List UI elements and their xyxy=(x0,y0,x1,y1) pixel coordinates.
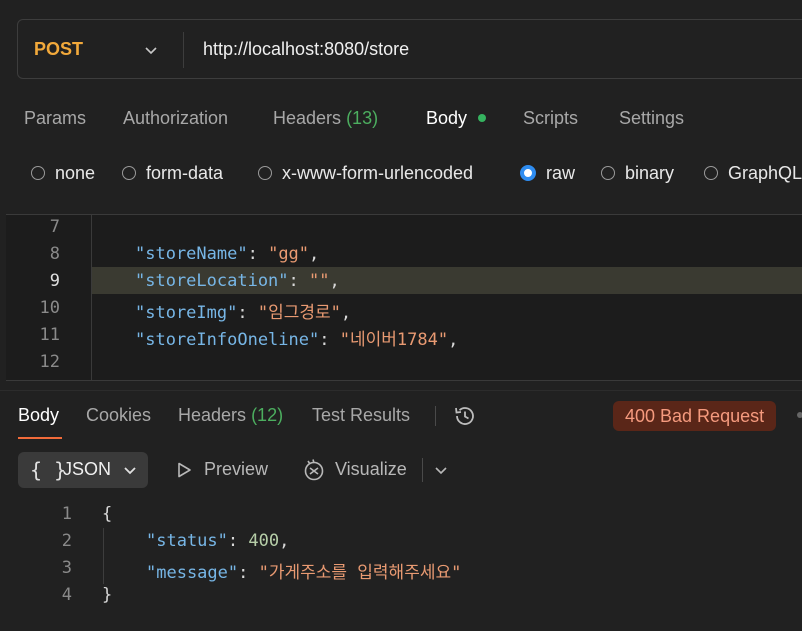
response-tab-test-results[interactable]: Test Results xyxy=(312,405,410,426)
json-string: "네이버1784" xyxy=(339,330,449,350)
history-icon[interactable] xyxy=(452,403,478,429)
code-line: "storeImg": "임그경로", xyxy=(135,303,352,323)
chevron-down-icon[interactable] xyxy=(143,42,159,58)
visualize-button[interactable]: Visualize xyxy=(335,459,407,480)
chevron-down-icon xyxy=(124,467,136,475)
radio-label: binary xyxy=(625,162,675,183)
radio-circle[interactable] xyxy=(704,166,718,180)
tab-params[interactable]: Params xyxy=(24,108,86,129)
toolbar-divider xyxy=(435,406,436,426)
line-number: 2 xyxy=(61,531,72,551)
json-string: "가게주소를 입력해주세요" xyxy=(258,563,462,583)
body-modified-dot xyxy=(478,114,486,122)
line-number: 8 xyxy=(49,244,60,264)
radio-label: raw xyxy=(546,162,576,183)
radio-label: x-www-form-urlencoded xyxy=(282,162,474,183)
radio-label: form-data xyxy=(146,162,224,183)
response-tab-headers[interactable]: Headers (12) xyxy=(178,405,283,426)
tab-authorization[interactable]: Authorization xyxy=(123,108,228,129)
response-tab-headers-label: Headers xyxy=(178,405,247,425)
radio-circle[interactable] xyxy=(258,166,272,180)
play-icon[interactable] xyxy=(175,461,193,479)
tab-scripts[interactable]: Scripts xyxy=(523,108,578,129)
radio-label: GraphQL xyxy=(728,162,802,183)
radio-circle-checked[interactable] xyxy=(520,165,536,181)
response-tab-cookies[interactable]: Cookies xyxy=(86,405,151,426)
radio-label: none xyxy=(55,162,96,183)
radio-circle[interactable] xyxy=(601,166,615,180)
json-key: "status" xyxy=(146,531,228,551)
section-divider xyxy=(0,390,802,391)
line-number: 10 xyxy=(39,298,60,318)
chevron-down-icon[interactable] xyxy=(433,462,449,478)
code-line: "message": "가게주소를 입력해주세요" xyxy=(146,563,462,583)
tab-body[interactable]: Body xyxy=(426,108,467,129)
radio-raw[interactable]: raw xyxy=(520,162,575,184)
json-key: "message" xyxy=(146,563,239,583)
radio-binary[interactable]: binary xyxy=(601,162,674,184)
line-number: 11 xyxy=(39,325,60,345)
response-tab-headers-count: (12) xyxy=(251,405,284,425)
format-label: JSON xyxy=(63,459,112,479)
json-string: "임그경로" xyxy=(257,303,341,323)
json-key: "storeImg" xyxy=(135,303,238,323)
json-open-brace: { xyxy=(102,504,113,524)
request-body-editor[interactable] xyxy=(6,214,802,381)
radio-none[interactable]: none xyxy=(31,162,95,184)
line-number: 1 xyxy=(61,504,72,524)
toolbar-divider xyxy=(422,458,423,482)
response-tab-body[interactable]: Body xyxy=(18,405,59,426)
tab-headers-count: (13) xyxy=(346,108,379,128)
json-key: "storeName" xyxy=(135,244,248,264)
more-indicator xyxy=(797,412,802,418)
tab-headers-label: Headers xyxy=(273,108,342,128)
method-select[interactable]: POST xyxy=(34,39,83,60)
indent-guide xyxy=(103,528,104,584)
editor-gutter-divider xyxy=(91,215,92,381)
braces-icon: { } xyxy=(30,458,67,482)
radio-graphql[interactable]: GraphQL xyxy=(704,162,802,184)
code-line: "status": 400, xyxy=(146,531,290,551)
json-close-brace: } xyxy=(102,585,113,605)
code-line: "storeName": "gg", xyxy=(135,244,320,264)
line-number: 9 xyxy=(49,271,60,291)
radio-form-data[interactable]: form-data xyxy=(122,162,223,184)
code-line: "storeLocation": "", xyxy=(135,271,340,291)
url-divider xyxy=(183,32,184,68)
json-number: 400 xyxy=(248,531,280,551)
line-number: 4 xyxy=(61,585,72,605)
tab-settings[interactable]: Settings xyxy=(619,108,684,129)
preview-button[interactable]: Preview xyxy=(204,459,268,480)
tab-headers[interactable]: Headers (13) xyxy=(273,108,378,129)
line-number: 7 xyxy=(49,217,60,237)
radio-x-www-form-urlencoded[interactable]: x-www-form-urlencoded xyxy=(258,162,473,184)
json-string: "gg" xyxy=(268,244,310,264)
radio-circle[interactable] xyxy=(122,166,136,180)
json-key: "storeLocation" xyxy=(135,271,289,291)
line-number: 3 xyxy=(61,558,72,578)
json-string: "" xyxy=(309,271,330,291)
url-bar xyxy=(17,19,802,79)
code-line: "storeInfoOneline": "네이버1784", xyxy=(135,330,459,350)
radio-circle[interactable] xyxy=(31,166,45,180)
active-tab-underline xyxy=(18,437,62,439)
line-number: 12 xyxy=(39,352,60,372)
json-key: "storeInfoOneline" xyxy=(135,330,320,350)
status-badge: 400 Bad Request xyxy=(613,401,777,431)
url-input[interactable]: http://localhost:8080/store xyxy=(203,39,409,60)
visualize-icon[interactable] xyxy=(302,458,326,482)
